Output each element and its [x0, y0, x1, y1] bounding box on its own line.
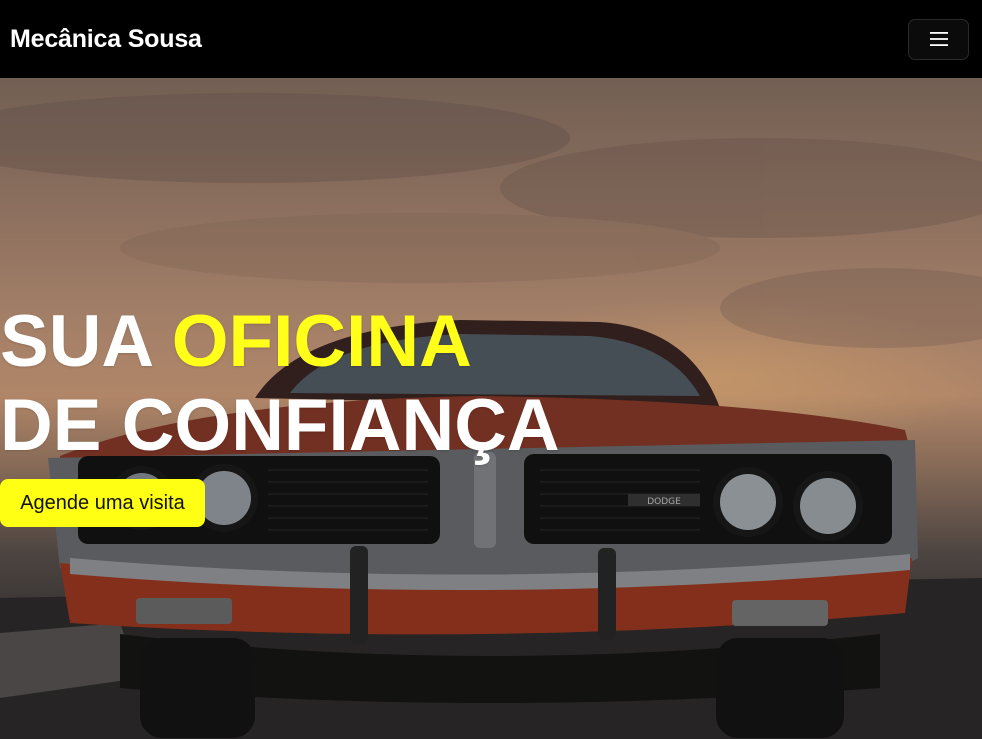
brand-title[interactable]: Mecânica Sousa [10, 25, 202, 54]
hero-title-line2: DE CONFIANÇA [0, 385, 560, 466]
menu-toggle-button[interactable] [908, 18, 969, 60]
hero-title-part1: SUA [0, 301, 172, 382]
navbar: Mecânica Sousa [0, 0, 982, 78]
hero-section: DODGE SUA OFICINA DE CONFIANÇA Agende um… [0, 78, 982, 739]
hero-title: SUA OFICINA DE CONFIANÇA [0, 300, 560, 468]
hero-title-accent: OFICINA [171, 301, 472, 382]
schedule-visit-button[interactable]: Agende uma visita [0, 479, 205, 527]
hamburger-icon [929, 32, 948, 46]
